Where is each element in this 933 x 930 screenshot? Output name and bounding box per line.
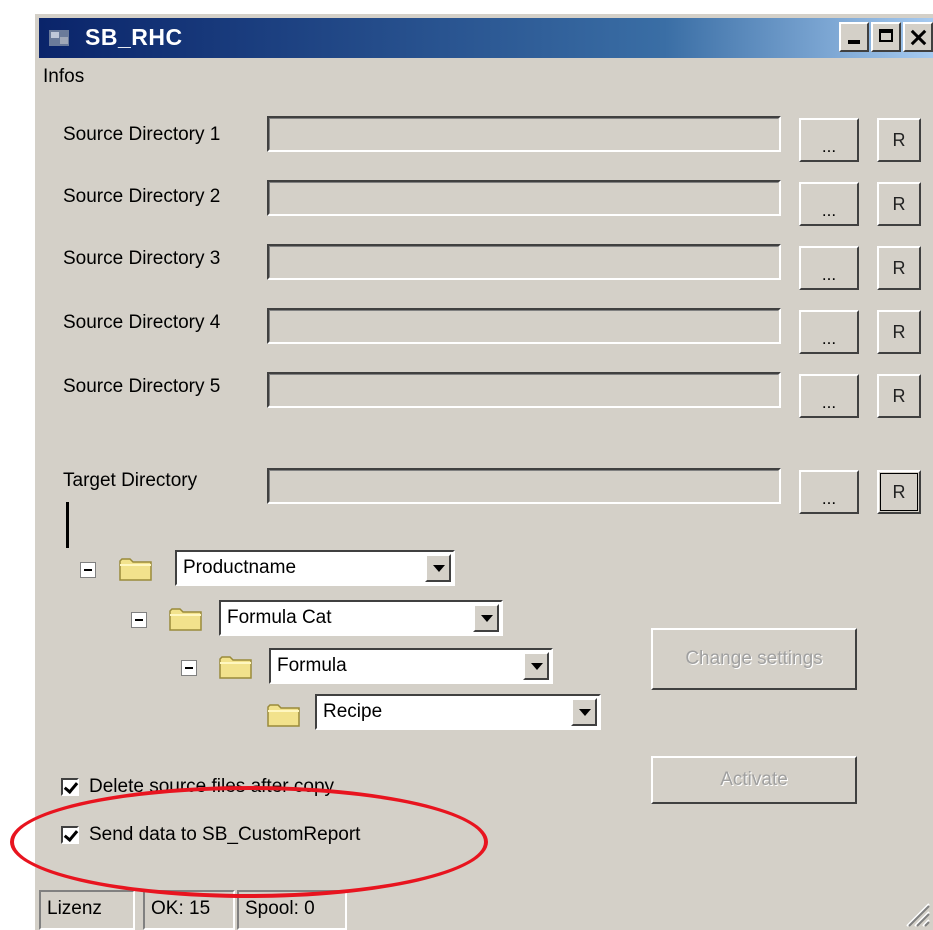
window-title: SB_RHC	[85, 24, 183, 50]
level3-value: Formula	[277, 655, 347, 676]
folder-icon	[219, 656, 252, 679]
source-1-path-field[interactable]	[267, 116, 781, 152]
resize-grip-icon[interactable]	[901, 898, 931, 928]
source-4-path-field[interactable]	[267, 308, 781, 344]
source-4-browse-button[interactable]: ...	[799, 310, 859, 354]
close-button[interactable]	[903, 22, 933, 52]
folder-icon	[119, 558, 152, 581]
level1-value: Productname	[183, 557, 297, 578]
activate-button[interactable]: Activate	[651, 756, 857, 804]
title-bar[interactable]: SB_RHC	[39, 18, 933, 58]
source-2-label: Source Directory 2	[63, 186, 221, 207]
level2-value: Formula Cat	[227, 607, 332, 628]
tree-collapse-level3-icon[interactable]	[181, 660, 197, 676]
chevron-down-icon[interactable]	[571, 698, 597, 726]
source-3-browse-button[interactable]: ...	[799, 246, 859, 290]
source-1-browse-button[interactable]: ...	[799, 118, 859, 162]
source-5-browse-button[interactable]: ...	[799, 374, 859, 418]
chevron-down-icon[interactable]	[523, 652, 549, 680]
target-label: Target Directory	[63, 470, 198, 491]
highlight-ellipse	[10, 786, 488, 898]
source-5-reset-button[interactable]: R	[877, 374, 921, 418]
status-license: Lizenz	[39, 890, 135, 930]
folder-icon	[169, 608, 202, 631]
source-1-label: Source Directory 1	[63, 124, 221, 145]
target-reset-button[interactable]: R	[877, 470, 921, 514]
maximize-button[interactable]	[871, 22, 901, 52]
menu-bar: Infos	[41, 66, 86, 88]
source-3-path-field[interactable]	[267, 244, 781, 280]
source-4-reset-button[interactable]: R	[877, 310, 921, 354]
menu-infos[interactable]: Infos	[41, 64, 86, 89]
source-5-label: Source Directory 5	[63, 376, 221, 397]
source-3-reset-button[interactable]: R	[877, 246, 921, 290]
change-settings-button[interactable]: Change settings	[651, 628, 857, 690]
target-browse-button[interactable]: ...	[799, 470, 859, 514]
source-1-reset-button[interactable]: R	[877, 118, 921, 162]
level3-combo[interactable]: Formula	[269, 648, 553, 684]
source-3-label: Source Directory 3	[63, 248, 221, 269]
source-2-path-field[interactable]	[267, 180, 781, 216]
chevron-down-icon[interactable]	[473, 604, 499, 632]
delete-source-checkbox[interactable]	[61, 778, 79, 796]
level4-value: Recipe	[323, 701, 383, 722]
source-2-reset-button[interactable]: R	[877, 182, 921, 226]
level1-combo[interactable]: Productname	[175, 550, 455, 586]
folder-icon	[267, 704, 300, 727]
app-icon	[49, 30, 69, 46]
source-4-label: Source Directory 4	[63, 312, 221, 333]
tree-collapse-level1-icon[interactable]	[80, 562, 96, 578]
level4-combo[interactable]: Recipe	[315, 694, 601, 730]
target-path-field[interactable]	[267, 468, 781, 504]
tree-connector	[66, 502, 69, 548]
minimize-button[interactable]	[839, 22, 869, 52]
tree-collapse-level2-icon[interactable]	[131, 612, 147, 628]
chevron-down-icon[interactable]	[425, 554, 451, 582]
level2-combo[interactable]: Formula Cat	[219, 600, 503, 636]
source-2-browse-button[interactable]: ...	[799, 182, 859, 226]
source-5-path-field[interactable]	[267, 372, 781, 408]
